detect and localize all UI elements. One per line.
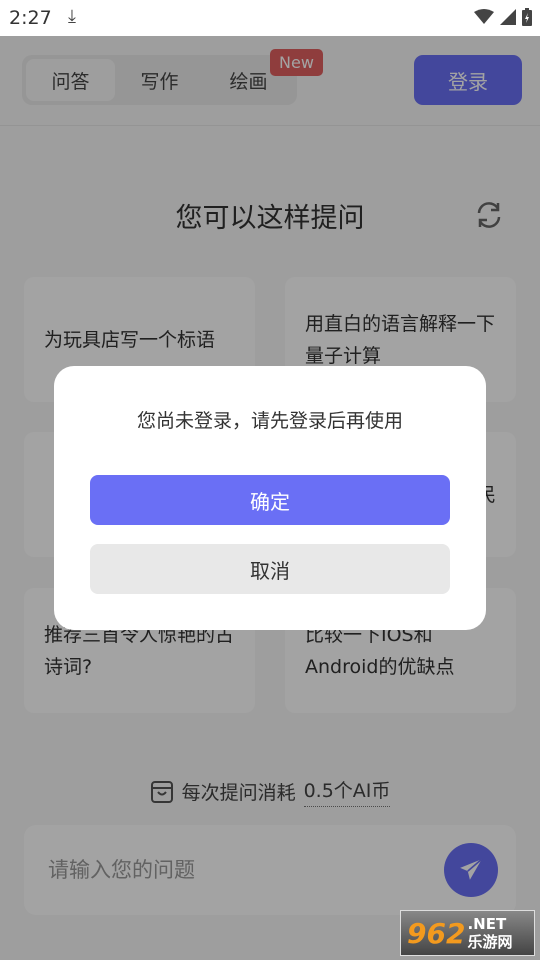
confirm-button[interactable]: 确定 — [90, 475, 450, 525]
watermark-logo: 962 .NET 乐游网 — [400, 910, 535, 956]
dialog-message: 您尚未登录，请先登录后再使用 — [136, 410, 403, 432]
download-icon: ⤓ — [68, 6, 76, 27]
battery-icon — [522, 8, 532, 26]
wifi-icon — [474, 9, 494, 24]
login-required-dialog: 您尚未登录，请先登录后再使用 确定 取消 — [54, 366, 486, 630]
signal-icon — [500, 9, 516, 25]
cancel-button[interactable]: 取消 — [90, 544, 450, 594]
watermark-number: 962 — [407, 916, 466, 950]
status-bar: 2:27 ⤓ — [0, 0, 540, 36]
watermark-suffix: .NET — [467, 915, 507, 933]
watermark-cn: 乐游网 — [467, 933, 513, 951]
status-time: 2:27 — [9, 7, 52, 29]
